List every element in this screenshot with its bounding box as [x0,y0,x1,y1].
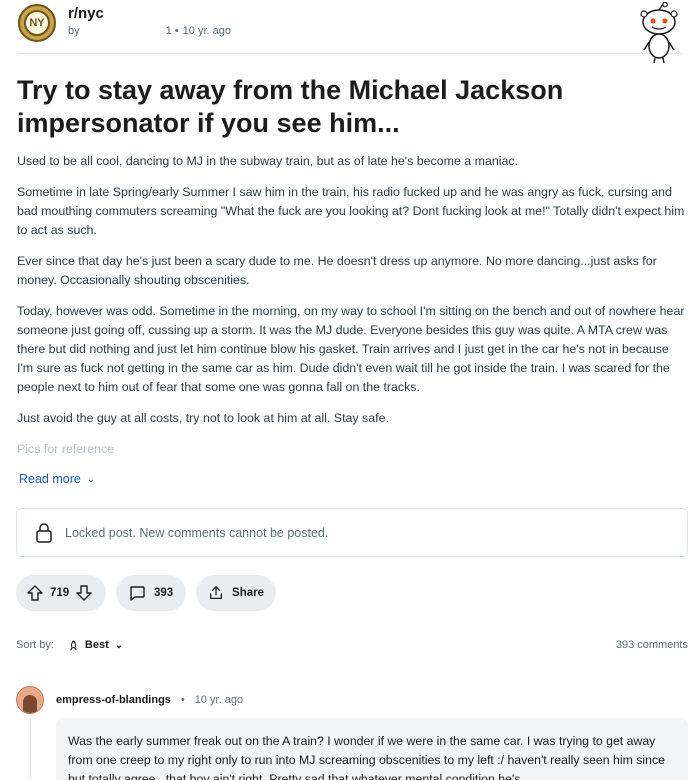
vote-count: 719 [50,587,70,599]
chevron-down-icon: ⌄ [86,473,96,485]
post-body: Used to be all cool, dancing to MJ in th… [17,152,687,471]
post-paragraph: Just avoid the guy at all costs, try not… [17,411,389,425]
post-actions: 719 393 Share [16,575,276,611]
comment-author[interactable]: empress-of-blandings [56,694,171,706]
comments-count: 393 [154,587,174,599]
comments-button[interactable]: 393 [116,575,186,611]
by-label: by [68,25,80,37]
vote-pill: 719 [16,575,106,611]
locked-notice-text: Locked post. New comments cannot be post… [65,525,329,540]
comment-body: Was the early summer freak out on the A … [56,718,688,780]
meta-separator: • [180,694,185,706]
share-icon [210,586,222,599]
commenter-avatar[interactable] [16,686,44,714]
sort-value: Best [84,639,109,651]
comment-header: empress-of-blandings • 10 yr. ago [16,686,243,714]
thread-line[interactable] [30,718,31,780]
post-time: 10 yr. ago [182,25,231,37]
sort-dropdown[interactable]: Best ⌄ [68,639,123,651]
author-name-redacted [84,25,162,37]
chevron-down-icon: ⌄ [114,639,124,651]
upvote-icon[interactable] [26,584,44,602]
post-meta: by 1 • 10 yr. ago [68,25,231,37]
comment-time: 10 yr. ago [194,694,244,706]
sort-bar: Sort by: Best ⌄ 393 comments [16,639,688,651]
post-paragraph-faded: Pics for reference [17,442,115,456]
read-more-label: Read more [19,472,81,486]
subreddit-avatar-emblem: NY [24,10,50,36]
avatar-figure [23,695,37,713]
post-title: Try to stay away from the Michael Jackso… [17,75,564,138]
snoo-mascot-icon [640,2,678,64]
post-paragraph: Ever since that day he's just been a sca… [17,254,657,287]
share-label: Share [232,587,264,599]
comment-count-total: 393 comments [615,639,688,651]
locked-notice: Locked post. New comments cannot be post… [16,508,688,557]
comment-icon [130,586,145,601]
post-paragraph: Sometime in late Spring/early Summer I s… [17,185,685,237]
subreddit-name[interactable]: r/nyc [68,5,104,22]
post-header: NY r/nyc by 1 • 10 yr. ago [18,2,682,64]
share-button[interactable]: Share [196,575,276,611]
read-more-button[interactable]: Read more ⌄ [19,472,95,486]
post-paragraph: Used to be all cool, dancing to MJ in th… [17,154,519,168]
sort-label: Sort by: [16,639,54,651]
lock-icon [36,522,52,543]
rocket-icon [70,639,77,650]
subreddit-avatar[interactable]: NY [18,4,56,42]
downvote-icon[interactable] [75,584,93,602]
meta-separator: 1 • [165,25,179,37]
post-paragraph: Today, however was odd. Sometime in the … [17,304,685,394]
